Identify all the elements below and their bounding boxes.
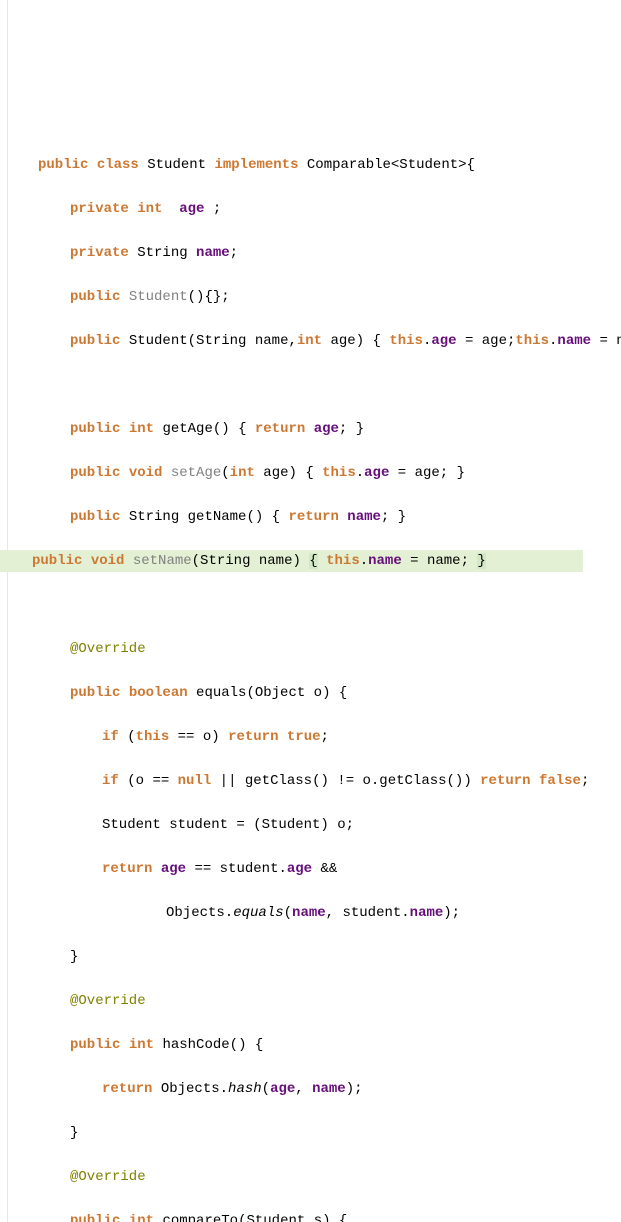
code-line: } xyxy=(38,1122,621,1144)
annotation-override: @Override xyxy=(70,1169,146,1185)
annotation-line: @Override xyxy=(38,638,621,660)
class-name: Student xyxy=(147,157,206,173)
code-line: private int age ; xyxy=(38,198,621,220)
keyword-implements: implements xyxy=(214,157,298,173)
code-line: public Student(){}; xyxy=(38,286,621,308)
code-line: public int hashCode() { xyxy=(38,1034,621,1056)
code-line: return Objects.hash(age, name); xyxy=(38,1078,621,1100)
brace-match: } xyxy=(477,553,485,569)
keyword-class: class xyxy=(97,157,139,173)
code-line: public boolean equals(Object o) { xyxy=(38,682,621,704)
code-line: if (o == null || getClass() != o.getClas… xyxy=(38,770,621,792)
code-line: public void setAge(int age) { this.age =… xyxy=(38,462,621,484)
annotation-line: @Override xyxy=(38,990,621,1012)
code-line: return age == student.age && xyxy=(38,858,621,880)
annotation-override: @Override xyxy=(70,993,146,1009)
code-editor[interactable]: public class Student implements Comparab… xyxy=(0,132,621,1222)
field-age: age xyxy=(179,201,204,217)
code-line-highlighted: public void setName(String name) { this.… xyxy=(0,550,583,572)
code-line: public int getAge() { return age; } xyxy=(38,418,621,440)
code-line: Objects.equals(name, student.name); xyxy=(38,902,621,924)
keyword-public: public xyxy=(38,157,88,173)
code-line: public String getName() { return name; } xyxy=(38,506,621,528)
blank-line xyxy=(38,594,621,616)
annotation-line: @Override xyxy=(38,1166,621,1188)
code-line: Student student = (Student) o; xyxy=(38,814,621,836)
code-line: public int compareTo(Student s) { xyxy=(38,1210,621,1222)
code-line: if (this == o) return true; xyxy=(38,726,621,748)
annotation-override: @Override xyxy=(70,641,146,657)
code-line: public Student(String name,int age) { th… xyxy=(38,330,621,352)
blank-line xyxy=(38,374,621,396)
brace-match: { xyxy=(309,553,317,569)
code-line: private String name; xyxy=(38,242,621,264)
code-line: public class Student implements Comparab… xyxy=(38,154,621,176)
field-name: name xyxy=(196,245,230,261)
gutter xyxy=(0,0,8,1222)
code-line: } xyxy=(38,946,621,968)
